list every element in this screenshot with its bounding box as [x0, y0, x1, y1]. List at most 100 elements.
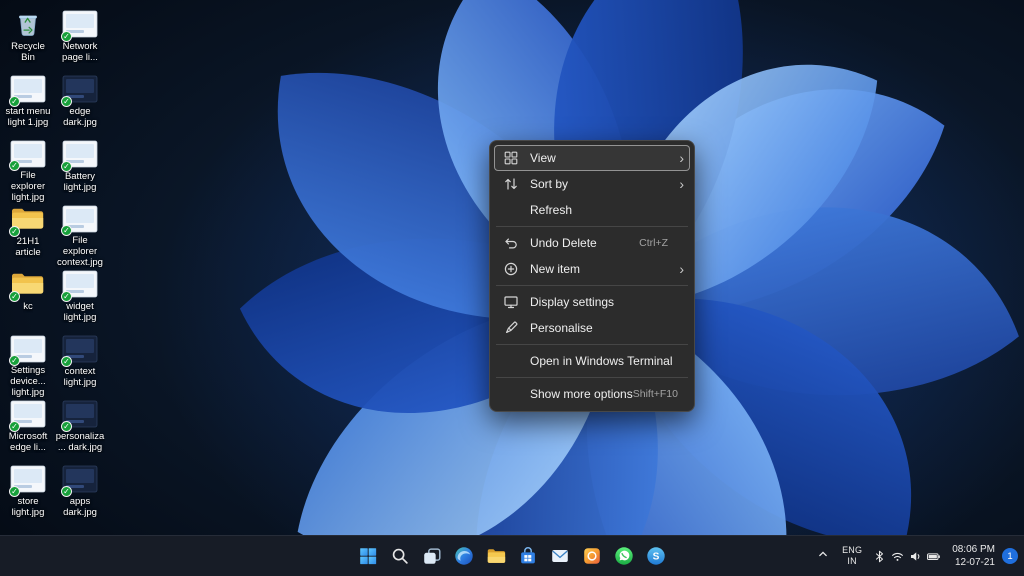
start-icon — [357, 545, 379, 567]
desktop-icon-edge-dark-jpg[interactable]: ✓edge dark.jpg — [54, 73, 106, 138]
desktop-icons-grid: Recycle Bin✓start menu light 1.jpg✓File … — [2, 8, 106, 528]
image-light-icon: ✓ — [9, 464, 47, 494]
desktop-icon-start-menu-light-1-jpg[interactable]: ✓start menu light 1.jpg — [2, 73, 54, 138]
menu-item-label: Open in Windows Terminal — [530, 354, 673, 368]
menu-item-open-in-windows-terminal[interactable]: Open in Windows Terminal — [494, 348, 690, 374]
sync-check-icon: ✓ — [9, 486, 20, 497]
photos-button[interactable] — [577, 539, 607, 573]
menu-item-label: Personalise — [530, 321, 672, 335]
desktop-icon-microsoft-edge-li[interactable]: ✓ Microsoft edge li... — [2, 398, 54, 463]
menu-item-show-more-options[interactable]: Show more optionsShift+F10 — [494, 381, 690, 407]
battery-icon — [926, 549, 941, 564]
image-light-icon: ✓ — [61, 9, 99, 39]
image-light-icon: ✓ — [61, 204, 99, 233]
edge-icon — [453, 545, 475, 567]
sync-check-icon: ✓ — [61, 356, 72, 367]
svg-text:S: S — [653, 552, 660, 563]
desktop-icon-recycle-bin[interactable]: Recycle Bin — [2, 8, 54, 73]
image-light-icon: ✓ — [9, 399, 47, 429]
submenu-chevron-icon: › — [672, 177, 684, 191]
language-line1: ENG — [842, 545, 862, 556]
menu-item-display-settings[interactable]: Display settings — [494, 289, 690, 315]
view-grid-icon — [503, 150, 519, 166]
language-indicator[interactable]: ENG IN — [836, 545, 868, 568]
task-view-button[interactable] — [417, 539, 447, 573]
file-label: 21H1 article — [3, 237, 53, 258]
display-icon — [503, 294, 519, 310]
menu-item-label: Undo Delete — [530, 236, 639, 250]
file-label: File explorer light.jpg — [3, 171, 53, 203]
desktop-icon-battery-light-jpg[interactable]: ✓Battery light.jpg — [54, 138, 106, 203]
clock-date: 12-07-21 — [955, 556, 995, 570]
menu-item-new-item[interactable]: New item› — [494, 256, 690, 282]
desktop-icon-kc[interactable]: ✓kc — [2, 268, 54, 333]
mail-icon — [549, 545, 571, 567]
sync-check-icon: ✓ — [9, 226, 20, 237]
file-label: context light.jpg — [55, 367, 105, 388]
menu-item-undo-delete[interactable]: Undo DeleteCtrl+Z — [494, 230, 690, 256]
desktop-icon-file-explorer-light-jpg[interactable]: ✓File explorer light.jpg — [2, 138, 54, 203]
menu-item-label: New item — [530, 262, 672, 276]
file-label: widget light.jpg — [55, 302, 105, 323]
system-tray-status-icons[interactable] — [868, 549, 945, 564]
file-label: Settings device... light.jpg — [3, 366, 53, 398]
sync-check-icon: ✓ — [9, 355, 20, 366]
hidden-icons-chevron-button[interactable] — [810, 546, 836, 567]
image-light-icon: ✓ — [61, 269, 99, 299]
menu-item-sort-by[interactable]: Sort by› — [494, 171, 690, 197]
menu-item-no-icon — [503, 353, 519, 369]
menu-item-view[interactable]: View› — [494, 145, 690, 171]
menu-item-no-icon — [503, 386, 519, 402]
desktop-icon-personaliza-dark-jpg[interactable]: ✓personaliza... dark.jpg — [54, 398, 106, 463]
store-button[interactable] — [513, 539, 543, 573]
clock-time: 08:06 PM — [952, 543, 995, 557]
language-line2: IN — [847, 556, 856, 567]
personalise-icon — [503, 320, 519, 336]
desktop-icon-widget-light-jpg[interactable]: ✓widget light.jpg — [54, 268, 106, 333]
menu-item-personalise[interactable]: Personalise — [494, 315, 690, 341]
file-explorer-button[interactable] — [481, 539, 511, 573]
mail-button[interactable] — [545, 539, 575, 573]
desktop-icon-apps-dark-jpg[interactable]: ✓apps dark.jpg — [54, 463, 106, 528]
volume-icon — [908, 549, 923, 564]
taskbar-app-icons: S — [352, 536, 672, 576]
menu-item-label: View — [530, 151, 672, 165]
chevron-up-icon — [815, 546, 831, 567]
whatsapp-button[interactable] — [609, 539, 639, 573]
folder-icon: ✓ — [9, 204, 47, 234]
desktop-icon-store-light-jpg[interactable]: ✓store light.jpg — [2, 463, 54, 528]
start-button[interactable] — [353, 539, 383, 573]
whatsapp-icon — [613, 545, 635, 567]
sync-check-icon: ✓ — [61, 291, 72, 302]
menu-separator — [496, 285, 688, 286]
submenu-chevron-icon: › — [672, 151, 684, 165]
desktop-icon-settings-device-light-jpg[interactable]: ✓Settings device... light.jpg — [2, 333, 54, 398]
store-icon — [517, 545, 539, 567]
edge-button[interactable] — [449, 539, 479, 573]
file-label: Microsoft edge li... — [3, 432, 53, 453]
desktop-icon-context-light-jpg[interactable]: ✓context light.jpg — [54, 333, 106, 398]
menu-item-refresh[interactable]: Refresh — [494, 197, 690, 223]
clock[interactable]: 08:06 PM 12-07-21 — [945, 543, 1002, 570]
sync-check-icon: ✓ — [61, 161, 72, 172]
task-view-icon — [421, 545, 443, 567]
desktop-icon-file-explorer-context-jpg[interactable]: ✓File explorer context.jpg — [54, 203, 106, 268]
skype-button[interactable]: S — [641, 539, 671, 573]
image-light-icon: ✓ — [61, 139, 99, 169]
menu-item-shortcut: Ctrl+Z — [639, 237, 668, 249]
photos-icon — [581, 545, 603, 567]
sync-check-icon: ✓ — [61, 31, 72, 42]
sync-check-icon: ✓ — [61, 225, 72, 236]
new-item-icon — [503, 261, 519, 277]
sort-icon — [503, 176, 519, 192]
desktop-icon-network-page-li[interactable]: ✓Network page li... — [54, 8, 106, 73]
taskbar: S ENG IN 08:06 PM 12-07-21 1 — [0, 535, 1024, 576]
menu-separator — [496, 377, 688, 378]
menu-item-label: Refresh — [530, 203, 672, 217]
image-dark-icon: ✓ — [61, 74, 99, 104]
notification-badge[interactable]: 1 — [1002, 548, 1018, 564]
file-label: store light.jpg — [3, 497, 53, 518]
image-light-icon: ✓ — [9, 74, 47, 104]
search-button[interactable] — [385, 539, 415, 573]
desktop-icon-21h1-article[interactable]: ✓21H1 article — [2, 203, 54, 268]
